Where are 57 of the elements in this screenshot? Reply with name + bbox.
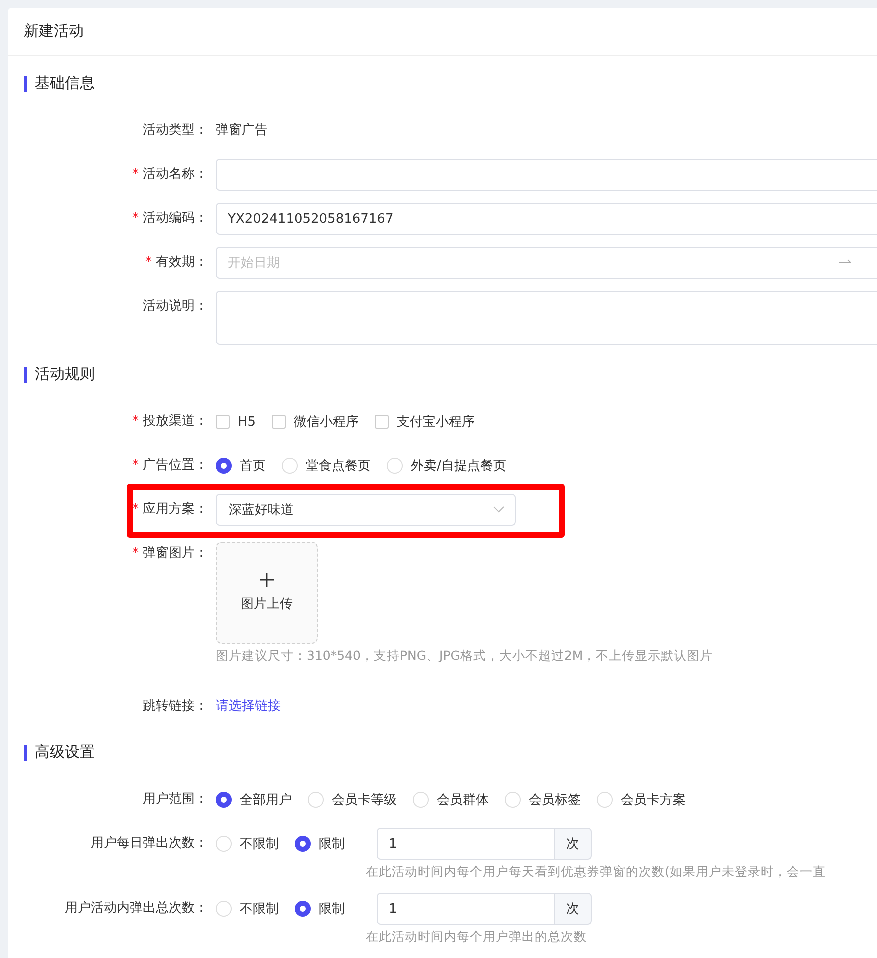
option-label[interactable]: 限制 <box>319 900 345 918</box>
link[interactable]: 请选择链接 <box>216 691 281 723</box>
option-label[interactable]: 会员群体 <box>437 791 489 809</box>
section-title: 基础信息 <box>35 74 95 93</box>
field-label: * 活动名称： <box>132 166 209 184</box>
option-label[interactable]: 支付宝小程序 <box>397 413 476 431</box>
field-label: 用户范围： <box>142 791 209 809</box>
option-label[interactable]: 不限制 <box>240 900 279 918</box>
unit-label: 次 <box>555 828 592 860</box>
text-input[interactable]: YX202411052058167167 <box>216 203 877 235</box>
radio-button[interactable] <box>216 792 232 808</box>
option-label[interactable]: 不限制 <box>240 835 279 853</box>
field-label: 用户活动内弹出总次数： <box>64 900 209 918</box>
field-label: 活动类型： <box>142 122 209 140</box>
field-label: 活动说明： <box>142 298 209 316</box>
option-label[interactable]: H5 <box>238 414 256 430</box>
textarea[interactable] <box>216 291 877 345</box>
field-label: * 投放渠道： <box>132 413 209 431</box>
select-dropdown[interactable]: 深蓝好味道 <box>216 494 516 526</box>
placeholder-text: 开始日期 <box>228 255 280 272</box>
hint-text: 在此活动时间内每个用户每天看到优惠券弹窗的次数(如果用户未登录时，会一直 <box>366 864 827 881</box>
select-value: 深蓝好味道 <box>229 502 294 519</box>
number-input[interactable]: 1 <box>377 828 555 860</box>
caret-icon <box>493 506 505 514</box>
option-label[interactable]: 会员标签 <box>529 791 581 809</box>
hint-text: 图片建议尺寸：310*540，支持PNG、JPG格式，大小不超过2M，不上传显示默认图片 <box>216 648 714 665</box>
field-label: * 活动编码： <box>132 210 209 228</box>
option-label[interactable]: 外卖/自提点餐页 <box>411 457 506 475</box>
option-label[interactable]: 会员卡方案 <box>621 791 686 809</box>
hint-text: 在此活动时间内每个用户弹出的总次数 <box>366 929 588 946</box>
number-input[interactable]: 1 <box>377 893 555 925</box>
field-value: 弹窗广告 <box>216 122 269 140</box>
upload-button[interactable]: 图片上传 <box>216 542 318 644</box>
option-label[interactable]: 微信小程序 <box>294 413 360 431</box>
option-label[interactable]: 首页 <box>240 457 266 475</box>
option-label[interactable]: 堂食点餐页 <box>306 457 371 475</box>
field-label: * 有效期： <box>144 254 209 272</box>
option-label[interactable]: 全部用户 <box>240 791 292 809</box>
checkbox[interactable] <box>375 415 390 429</box>
text-input[interactable] <box>216 159 877 191</box>
field-label: 用户每日弹出次数： <box>90 835 209 853</box>
radio-button[interactable] <box>295 836 311 852</box>
option-label[interactable]: 限制 <box>319 835 345 853</box>
page-title: 新建活动 <box>24 22 84 41</box>
option-label[interactable]: 会员卡等级 <box>332 791 397 809</box>
unit-label: 次 <box>555 893 592 925</box>
checkbox[interactable] <box>216 415 230 429</box>
section-title: 高级设置 <box>35 743 95 762</box>
field-label: * 弹窗图片： <box>132 545 209 563</box>
radio-button[interactable] <box>216 458 232 474</box>
field-label: * 广告位置： <box>132 457 209 475</box>
radio-button[interactable] <box>295 901 311 917</box>
checkbox[interactable] <box>272 415 286 429</box>
field-label: 跳转链接： <box>142 698 209 716</box>
plus-icon <box>260 573 274 587</box>
field-label: * 应用方案： <box>132 501 209 519</box>
section-title: 活动规则 <box>35 365 95 384</box>
